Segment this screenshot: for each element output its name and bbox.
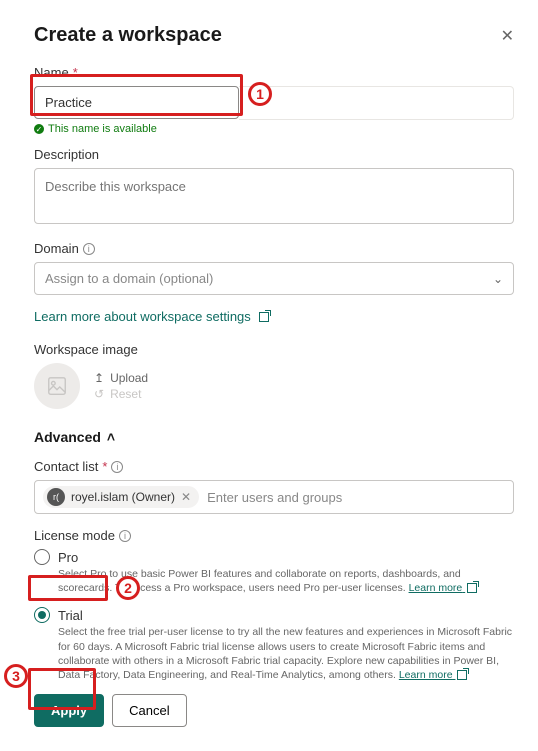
external-link-icon	[259, 312, 269, 322]
required-indicator: *	[102, 459, 107, 474]
radio-selected-icon	[34, 607, 50, 623]
upload-icon: ↥	[94, 371, 104, 385]
workspace-image-row: ↥ Upload ↺ Reset	[34, 363, 514, 409]
contact-list-input[interactable]: r( royel.islam (Owner) ✕ Enter users and…	[34, 480, 514, 514]
learn-more-link[interactable]: Learn more	[399, 669, 456, 681]
info-icon[interactable]: i	[83, 243, 95, 255]
name-status: ✓ This name is available	[34, 123, 514, 135]
license-trial-option[interactable]: Trial	[34, 607, 514, 623]
radio-icon	[34, 549, 50, 565]
domain-label: Domain i	[34, 241, 514, 256]
contact-chip: r( royel.islam (Owner) ✕	[43, 486, 199, 508]
footer-buttons: Apply Cancel	[34, 694, 514, 727]
name-input[interactable]	[34, 86, 239, 119]
upload-button[interactable]: ↥ Upload	[94, 371, 148, 385]
learn-more-link[interactable]: Learn more	[409, 582, 466, 594]
workspace-image-label: Workspace image	[34, 342, 514, 357]
settings-link[interactable]: Learn more about workspace settings	[34, 309, 269, 324]
apply-button[interactable]: Apply	[34, 694, 104, 727]
contact-list-label: Contact list * i	[34, 459, 514, 474]
panel-title: Create a workspace	[34, 24, 222, 47]
image-placeholder-icon	[34, 363, 80, 409]
required-indicator: *	[73, 65, 78, 80]
avatar: r(	[47, 488, 65, 506]
chevron-up-icon: ˄	[107, 429, 115, 445]
chevron-down-icon: ⌄	[493, 272, 503, 286]
external-link-icon	[467, 583, 477, 593]
check-icon: ✓	[34, 124, 44, 134]
create-workspace-panel: Create a workspace ✕ Name * ✓ This name …	[0, 0, 538, 751]
remove-chip-icon[interactable]: ✕	[181, 490, 191, 504]
reset-button: ↺ Reset	[94, 387, 148, 401]
license-trial-description: Select the free trial per-user license t…	[58, 625, 514, 682]
description-input[interactable]	[34, 168, 514, 224]
cancel-button[interactable]: Cancel	[112, 694, 186, 727]
callout-number-3: 3	[4, 664, 28, 688]
description-label: Description	[34, 147, 514, 162]
close-icon[interactable]: ✕	[501, 26, 514, 46]
info-icon[interactable]: i	[119, 530, 131, 542]
license-mode-label: License mode i	[34, 528, 514, 543]
name-label: Name *	[34, 65, 514, 80]
advanced-toggle[interactable]: Advanced ˄	[34, 429, 514, 445]
panel-header: Create a workspace ✕	[34, 24, 514, 47]
undo-icon: ↺	[94, 387, 104, 401]
license-pro-description: Select Pro to use basic Power BI feature…	[58, 567, 514, 595]
license-pro-option[interactable]: Pro	[34, 549, 514, 565]
domain-select[interactable]: Assign to a domain (optional) ⌄	[34, 262, 514, 295]
external-link-icon	[457, 670, 467, 680]
info-icon[interactable]: i	[111, 461, 123, 473]
